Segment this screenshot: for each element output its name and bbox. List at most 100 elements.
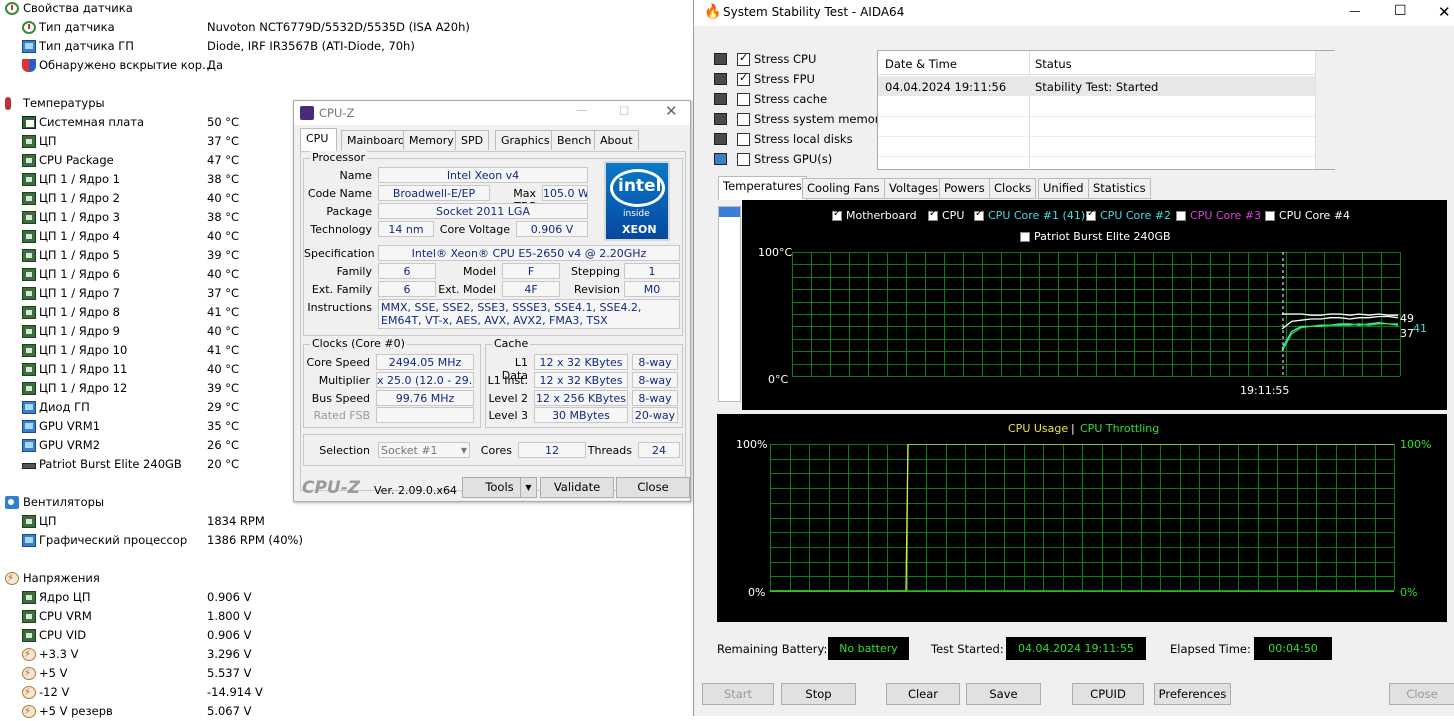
tab-voltages[interactable]: Voltages: [884, 178, 944, 199]
tab-bench[interactable]: Bench: [551, 130, 598, 150]
tab-memory[interactable]: Memory: [403, 130, 460, 150]
list-item[interactable]: +5 V резерв 5.067 V: [0, 702, 290, 721]
minimize-icon[interactable]: —: [1349, 4, 1361, 18]
list-item[interactable]: Обнаружено вскрытие кор... Да: [0, 56, 290, 75]
list-item[interactable]: +5 V 5.537 V: [0, 664, 290, 683]
list-item[interactable]: -12 V -14.914 V: [0, 683, 290, 702]
cpuz-window: CPU-Z — ☐ ✕ CPU Mainboard Memory SPD Gra…: [293, 100, 691, 502]
sensor-name: Диод ГП: [39, 400, 90, 414]
tab-spd[interactable]: SPD: [455, 130, 490, 150]
legend-item[interactable]: CPU Core #2: [1086, 208, 1172, 222]
chevron-down-icon: ▼: [460, 446, 467, 455]
list-item[interactable]: Тип датчика ГП Diode, IRF IR3567B (ATI-Di…: [0, 37, 415, 56]
bus-field: 99.76 MHz: [376, 390, 474, 406]
mult-label: Multiplier: [318, 374, 370, 387]
legend-label: CPU Core #2: [1100, 209, 1172, 222]
stress-checkbox[interactable]: [737, 51, 750, 66]
sensor-value: 41 °C: [207, 305, 240, 319]
tab-about[interactable]: About: [594, 130, 639, 150]
tab-cpu[interactable]: CPU: [300, 128, 337, 151]
list-item[interactable]: ЦП 1 / Ядро 9 40 °C: [0, 322, 290, 341]
list-item[interactable]: CPU Package 47 °C: [0, 151, 290, 170]
legend-checkbox[interactable]: [1265, 211, 1275, 221]
legend-checkbox[interactable]: [1020, 232, 1030, 242]
close-icon[interactable]: ✕: [665, 102, 678, 120]
start-button[interactable]: Start: [702, 683, 774, 705]
legend-checkbox[interactable]: [832, 208, 842, 221]
clear-button[interactable]: Clear: [886, 683, 960, 705]
tab-statistics[interactable]: Statistics: [1088, 178, 1151, 199]
legend-checkbox[interactable]: [1176, 211, 1186, 221]
list-item[interactable]: Patriot Burst Elite 240GB 20 °C: [0, 455, 290, 474]
stress-checkbox[interactable]: [737, 71, 750, 86]
list-item[interactable]: CPU VID 0.906 V: [0, 626, 290, 645]
mult-field: x 25.0 (12.0 - 29.0): [376, 372, 474, 388]
disk-icon: [22, 463, 36, 469]
legend-item[interactable]: Patriot Burst Elite 240GB: [1020, 230, 1171, 243]
list-item[interactable]: ЦП 1 / Ядро 7 37 °C: [0, 284, 290, 303]
list-item[interactable]: GPU VRM1 35 °C: [0, 417, 290, 436]
list-item[interactable]: ЦП 1 / Ядро 3 38 °C: [0, 208, 290, 227]
cpu-icon: [22, 515, 36, 528]
graph-scrollbar[interactable]: [718, 206, 741, 402]
list-item[interactable]: Системная плата 50 °C: [0, 113, 290, 132]
maximize-icon[interactable]: ☐: [1394, 3, 1407, 19]
tab-powers[interactable]: Powers: [939, 178, 990, 199]
tab-cooling-fans[interactable]: Cooling Fans: [802, 178, 885, 199]
legend-checkbox[interactable]: [974, 208, 984, 221]
list-item[interactable]: Диод ГП 29 °C: [0, 398, 290, 417]
list-item[interactable]: ЦП 1 / Ядро 4 40 °C: [0, 227, 290, 246]
close-icon[interactable]: ✕: [1438, 3, 1451, 21]
list-item[interactable]: ЦП 1 / Ядро 8 41 °C: [0, 303, 290, 322]
list-item[interactable]: ЦП 1 / Ядро 5 39 °C: [0, 246, 290, 265]
legend-item[interactable]: CPU Core #4: [1265, 209, 1350, 222]
list-item[interactable]: +3.3 V 3.296 V: [0, 645, 290, 664]
maximize-icon[interactable]: ☐: [619, 104, 629, 118]
stress-checkbox[interactable]: [737, 153, 750, 166]
list-item[interactable]: ЦП 1 / Ядро 12 39 °C: [0, 379, 290, 398]
tab-clocks[interactable]: Clocks: [989, 178, 1037, 199]
aida-close-button[interactable]: Close: [1389, 683, 1454, 705]
aida-window: 🔥 System Stability Test - AIDA64 — ☐ ✕ S…: [693, 0, 1454, 716]
legend-item[interactable]: CPU: [928, 208, 964, 222]
tab-mainboard[interactable]: Mainboard: [341, 130, 412, 150]
minimize-icon[interactable]: —: [576, 103, 588, 117]
log-scrollbar[interactable]: [1315, 51, 1335, 169]
legend-checkbox[interactable]: [928, 208, 938, 221]
selection-group: Selection Socket #1 ▼ Cores 12 Threads 2…: [303, 434, 683, 466]
list-item[interactable]: ЦП 1 / Ядро 10 41 °C: [0, 341, 290, 360]
cpuz-close-button[interactable]: Close: [616, 477, 690, 498]
list-item[interactable]: ЦП 1 / Ядро 1 38 °C: [0, 170, 290, 189]
list-item[interactable]: Ядро ЦП 0.906 V: [0, 588, 290, 607]
tools-button[interactable]: Tools ▼: [462, 477, 537, 498]
validate-button[interactable]: Validate: [540, 477, 614, 498]
preferences-button[interactable]: Preferences: [1154, 683, 1231, 705]
list-item[interactable]: Графический процессор 1386 RPM (40%): [0, 531, 303, 550]
list-item[interactable]: ЦП 1834 RPM: [0, 512, 290, 531]
list-item[interactable]: ЦП 37 °C: [0, 132, 290, 151]
cpuid-button[interactable]: CPUID: [1072, 683, 1144, 705]
list-item[interactable]: ЦП 1 / Ядро 6 40 °C: [0, 265, 290, 284]
stress-checkbox[interactable]: [737, 133, 750, 146]
legend-checkbox[interactable]: [1086, 208, 1096, 221]
list-item[interactable]: ЦП 1 / Ядро 2 40 °C: [0, 189, 290, 208]
list-item[interactable]: ЦП 1 / Ядро 11 40 °C: [0, 360, 290, 379]
stop-button[interactable]: Stop: [781, 683, 856, 705]
save-button[interactable]: Save: [966, 683, 1041, 705]
tab-unified[interactable]: Unified: [1038, 178, 1089, 199]
socket-select[interactable]: Socket #1 ▼: [378, 442, 470, 458]
disk-icon: [714, 133, 727, 145]
list-item[interactable]: Тип датчика Nuvoton NCT6779D/5532D/5535D …: [0, 18, 470, 37]
stress-checkbox[interactable]: [737, 93, 750, 106]
list-item[interactable]: CPU VRM 1.800 V: [0, 607, 290, 626]
intel-xeon-logo: intel inside XEON: [604, 161, 670, 241]
tab-temperatures[interactable]: Temperatures: [718, 176, 807, 200]
legend-item[interactable]: CPU Core #3: [1176, 209, 1261, 222]
sensor-value: 5.537 V: [207, 666, 252, 680]
legend-item[interactable]: Motherboard: [832, 208, 917, 222]
monitor-icon: [22, 439, 36, 452]
stress-checkbox[interactable]: [737, 113, 750, 126]
legend-item[interactable]: CPU Core #1 (41): [974, 208, 1085, 222]
tab-graphics[interactable]: Graphics: [495, 130, 556, 150]
list-item[interactable]: GPU VRM2 26 °C: [0, 436, 290, 455]
